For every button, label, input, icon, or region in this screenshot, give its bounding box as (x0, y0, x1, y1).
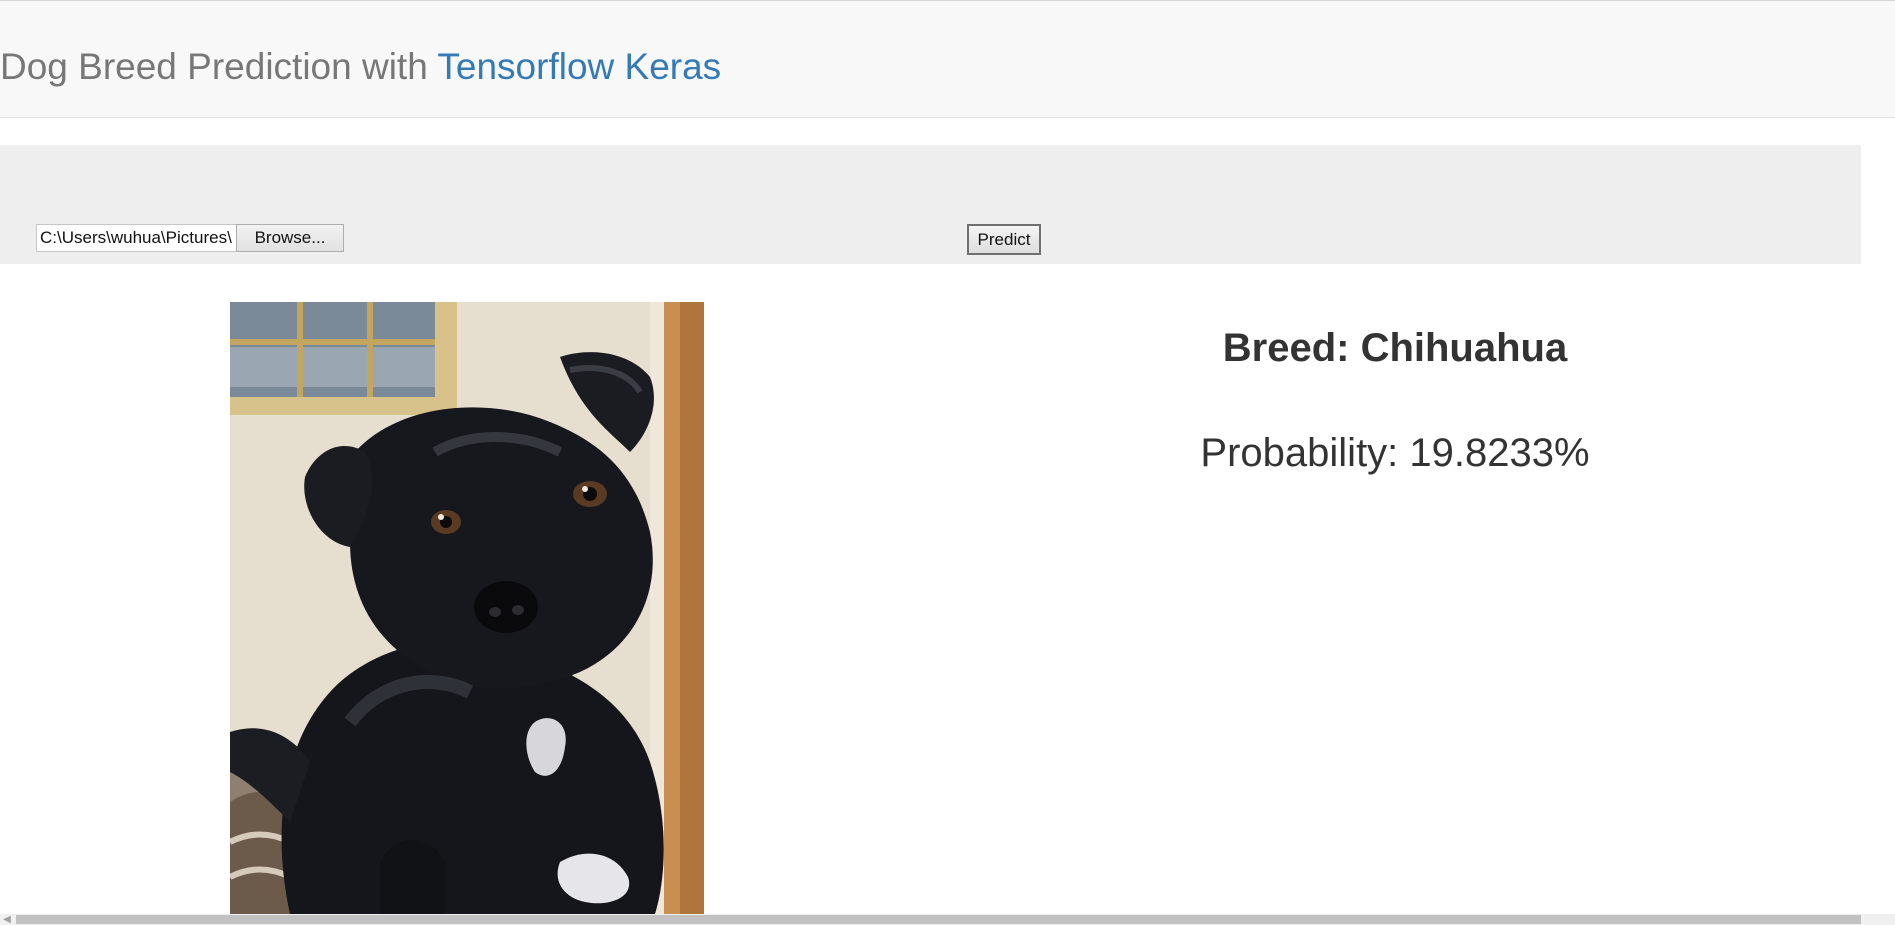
navbar: Dog Breed Prediction with Tensorflow Ker… (0, 0, 1895, 118)
page-title: Dog Breed Prediction with Tensorflow Ker… (0, 45, 721, 89)
title-prefix: Dog Breed Prediction with (0, 46, 438, 87)
file-path-field[interactable]: C:\Users\wuhua\Pictures\ (36, 224, 236, 252)
browse-button[interactable]: Browse... (236, 224, 344, 252)
probability-result: Probability: 19.8233% (1200, 431, 1590, 475)
uploaded-dog-image (230, 302, 704, 914)
breed-result: Breed: Chihuahua (1222, 326, 1568, 370)
scrollbar-thumb[interactable] (16, 915, 1861, 924)
chevron-left-icon[interactable]: ◀ (0, 914, 14, 925)
file-input[interactable]: C:\Users\wuhua\Pictures\ Browse... (36, 224, 344, 252)
dog-image-drawing (230, 302, 704, 914)
title-accent: Tensorflow Keras (437, 46, 722, 87)
predict-button[interactable]: Predict (967, 224, 1041, 255)
horizontal-scrollbar[interactable]: ◀ (0, 914, 1895, 925)
